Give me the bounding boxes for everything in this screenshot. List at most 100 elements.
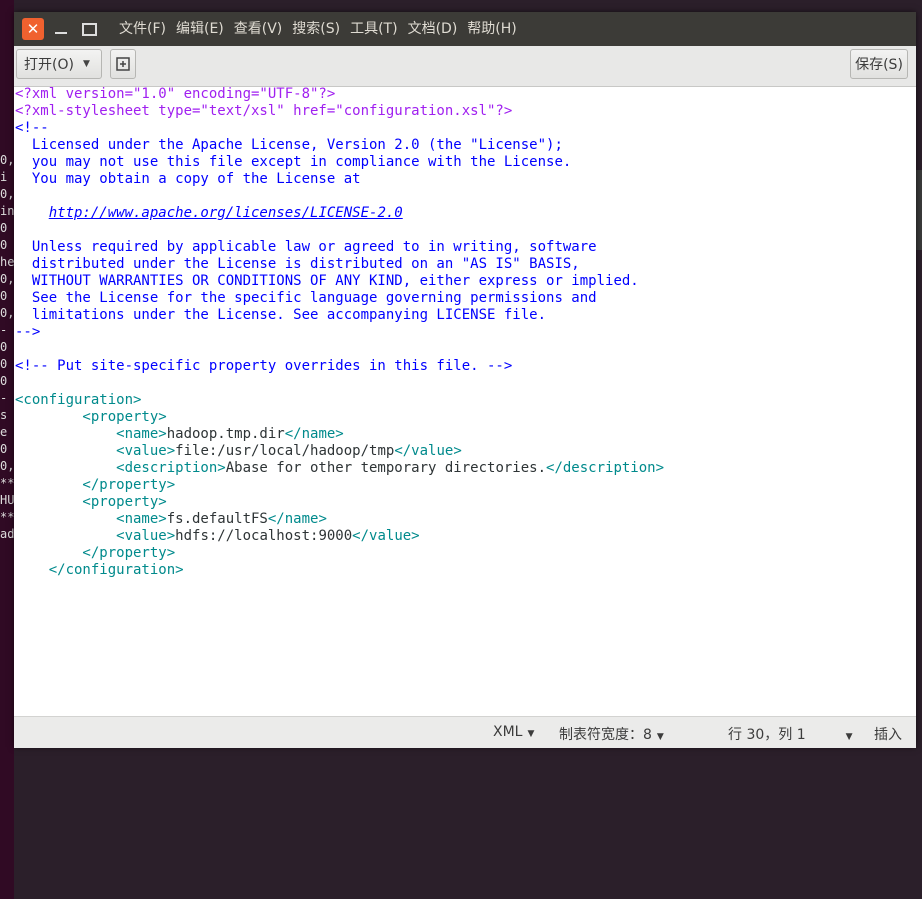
license-link[interactable]: http://www.apache.org/licenses/LICENSE-2… [49, 205, 403, 221]
menu-documents[interactable]: 文档(D) [403, 12, 463, 46]
terminal-fragment: i [0, 170, 8, 184]
code-token: <property> [15, 494, 167, 510]
terminal-fragment: 0, [0, 187, 14, 201]
terminal-fragment: ad [0, 527, 14, 541]
code-token: --> [15, 324, 41, 340]
code-line: <name>fs.defaultFS</name> [15, 511, 664, 528]
code-token: </value> [352, 528, 420, 544]
tab-width-selector[interactable]: 制表符宽度：8 ▼ [559, 724, 664, 744]
code-content[interactable]: <?xml version="1.0" encoding="UTF-8"?> <?… [15, 87, 664, 579]
menubar: 文件(F) 编辑(E) 查看(V) 搜索(S) 工具(T) 文档(D) 帮助(H… [114, 12, 522, 46]
code-token: <property> [15, 409, 167, 425]
code-token: Abase for other temporary directories. [225, 460, 547, 476]
code-line: </configuration> [15, 562, 664, 579]
open-button[interactable]: 打开(O) ▼ [16, 49, 102, 79]
code-line: <value>file:/usr/local/hadoop/tmp</value… [15, 443, 664, 460]
code-token: </configuration> [15, 562, 184, 578]
code-token: <?xml-stylesheet type="text/xsl" href="c… [15, 103, 513, 119]
code-line: See the License for the specific languag… [15, 290, 664, 307]
code-line: You may obtain a copy of the License at [15, 171, 664, 188]
close-icon[interactable]: ✕ [22, 18, 44, 40]
code-token: <description> [15, 460, 226, 476]
terminal-fragment: - [0, 391, 8, 405]
code-line: <description>Abase for other temporary d… [15, 460, 664, 477]
code-line: <property> [15, 494, 664, 511]
language-label: XML [493, 724, 523, 740]
code-line: <value>hdfs://localhost:9000</value> [15, 528, 664, 545]
terminal-fragment: ** [0, 510, 14, 524]
chevron-down-icon: ▼ [656, 732, 664, 742]
code-token: hdfs://localhost:9000 [175, 528, 353, 544]
menu-edit[interactable]: 编辑(E) [171, 12, 229, 46]
toolbar: 打开(O) ▼ 保存(S) [14, 46, 916, 87]
terminal-fragment: 0, [0, 272, 14, 286]
chevron-down-icon: ▼ [82, 59, 90, 69]
code-line: Licensed under the Apache License, Versi… [15, 137, 664, 154]
menu-search[interactable]: 搜索(S) [287, 12, 345, 46]
terminal-fragment: HU [0, 493, 14, 507]
maximize-icon[interactable] [78, 18, 100, 40]
chevron-down-icon: ▼ [845, 732, 853, 742]
code-token: fs.defaultFS [166, 511, 268, 527]
terminal-fragment: 0, [0, 459, 14, 473]
code-token: </value> [394, 443, 462, 459]
code-line: Unless required by applicable law or agr… [15, 239, 664, 256]
code-line: WITHOUT WARRANTIES OR CONDITIONS OF ANY … [15, 273, 664, 290]
code-token: </description> [546, 460, 665, 476]
open-button-label: 打开(O) [24, 57, 74, 73]
statusbar: XML ▼ 制表符宽度：8 ▼ 行 30，列 1 ▼ 插入 [14, 716, 916, 748]
titlebar: ✕ 文件(F) 编辑(E) 查看(V) 搜索(S) 工具(T) 文档(D) 帮助… [14, 12, 916, 46]
terminal-fragment: e [0, 425, 8, 439]
code-token: <value> [15, 443, 176, 459]
code-line: <!-- [15, 120, 664, 137]
new-document-button[interactable] [110, 49, 136, 79]
terminal-fragment: ** [0, 476, 14, 490]
code-line: <?xml version="1.0" encoding="UTF-8"?> [15, 87, 664, 103]
terminal-fragment: he [0, 255, 14, 269]
terminal-fragment: 0, [0, 153, 14, 167]
code-line: <name>hadoop.tmp.dir</name> [15, 426, 664, 443]
menu-help[interactable]: 帮助(H) [462, 12, 521, 46]
code-line: limitations under the License. See accom… [15, 307, 664, 324]
code-line: --> [15, 324, 664, 341]
code-token: WITHOUT WARRANTIES OR CONDITIONS OF ANY … [15, 273, 639, 289]
code-token: <!-- Put site-specific property override… [15, 358, 513, 374]
code-token: <?xml version="1.0" encoding="UTF-8"?> [15, 87, 336, 102]
menu-view[interactable]: 查看(V) [229, 12, 288, 46]
editor-text-area[interactable]: <?xml version="1.0" encoding="UTF-8"?> <?… [14, 87, 916, 715]
terminal-fragment: 0 [0, 442, 8, 456]
code-token: hadoop.tmp.dir [166, 426, 285, 442]
menu-tools[interactable]: 工具(T) [345, 12, 402, 46]
code-line: distributed under the License is distrib… [15, 256, 664, 273]
code-token: You may obtain a copy of the License at [15, 171, 361, 187]
minimize-icon[interactable] [50, 18, 72, 40]
code-token: <configuration> [15, 392, 142, 408]
language-selector[interactable]: XML ▼ [493, 724, 534, 740]
code-line: you may not use this file except in comp… [15, 154, 664, 171]
save-button[interactable]: 保存(S) [850, 49, 908, 79]
code-line: <property> [15, 409, 664, 426]
code-token: </name> [267, 511, 327, 527]
code-token: distributed under the License is distrib… [15, 256, 580, 272]
code-line: <!-- Put site-specific property override… [15, 358, 664, 375]
code-token: <!-- [15, 120, 49, 136]
cursor-position-selector[interactable]: 行 30，列 1 ▼ [728, 724, 853, 744]
code-token: </property> [15, 545, 176, 561]
new-document-icon [116, 57, 130, 71]
code-token: <name> [15, 426, 167, 442]
terminal-fragment: 0 [0, 221, 8, 235]
code-token: </property> [15, 477, 176, 493]
terminal-fragment: 0 [0, 238, 8, 252]
terminal-fragment: s [0, 408, 8, 422]
terminal-fragment: 0 [0, 289, 8, 303]
chevron-down-icon: ▼ [527, 729, 535, 739]
tab-width-label: 制表符宽度：8 [559, 727, 652, 743]
code-token: </name> [284, 426, 344, 442]
code-token: limitations under the License. See accom… [15, 307, 547, 323]
menu-file[interactable]: 文件(F) [114, 12, 171, 46]
